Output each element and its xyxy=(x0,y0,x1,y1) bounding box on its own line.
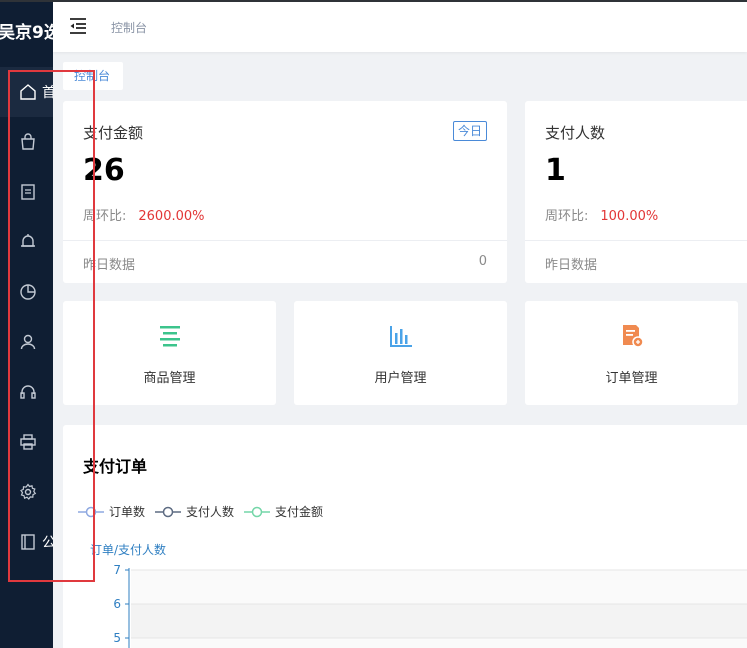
stat-title: 支付人数 xyxy=(545,124,606,142)
legend-marker xyxy=(244,506,271,517)
footer-label: 昨日数据 xyxy=(545,258,598,273)
sidebar-item-label: 公 xyxy=(42,535,53,551)
logo[interactable]: 吴京9选 xyxy=(0,18,53,48)
bar-chart-icon xyxy=(389,326,412,347)
document-icon xyxy=(21,184,35,200)
y-tick-label: 5 xyxy=(113,631,121,645)
sidebar-item-orders[interactable] xyxy=(0,167,53,217)
legend-item-paying-users[interactable]: 支付人数 xyxy=(155,503,234,520)
quick-link-label: 商品管理 xyxy=(143,371,196,386)
sidebar-item-statistics[interactable] xyxy=(0,267,53,317)
user-icon xyxy=(20,334,36,350)
pie-chart-icon xyxy=(20,284,36,300)
quick-link-products[interactable]: 商品管理 xyxy=(63,301,276,405)
stat-ratio: 周环比: 2600.00% xyxy=(83,205,205,224)
bell-icon xyxy=(21,234,35,247)
line-chart: 7 6 5 xyxy=(113,563,747,648)
printer-icon xyxy=(20,434,36,450)
gear-icon xyxy=(20,483,37,500)
footer-label: 昨日数据 xyxy=(83,258,136,273)
grid-band xyxy=(131,638,747,648)
panel-title: 支付订单 xyxy=(83,457,148,476)
order-doc-icon xyxy=(622,325,644,348)
window-top-border xyxy=(0,0,747,2)
sidebar-item-users[interactable] xyxy=(0,317,53,367)
legend-item-orders[interactable]: 订单数 xyxy=(78,503,145,520)
divider xyxy=(525,240,747,241)
notebook-icon xyxy=(21,534,35,550)
quick-link-label: 用户管理 xyxy=(374,371,427,386)
divider xyxy=(63,240,507,241)
y-tick-label: 7 xyxy=(113,563,121,577)
breadcrumb[interactable]: 控制台 xyxy=(111,19,147,36)
sidebar-item-print[interactable] xyxy=(0,417,53,467)
stat-card-paying-users: 支付人数 1 周环比: 100.00% 昨日数据 xyxy=(525,101,747,283)
ratio-value: 100.00% xyxy=(600,209,659,224)
list-icon xyxy=(159,326,180,347)
sidebar-item-products[interactable] xyxy=(0,117,53,167)
legend-marker xyxy=(78,506,104,517)
stat-card-payment-amount: 支付金额 今日 26 周环比: 2600.00% 昨日数据 0 xyxy=(63,101,507,283)
ratio-value: 2600.00% xyxy=(138,209,205,224)
headset-icon xyxy=(20,385,36,399)
quick-link-users[interactable]: 用户管理 xyxy=(294,301,507,405)
legend-label: 支付金额 xyxy=(275,505,324,519)
quick-link-label: 订单管理 xyxy=(605,371,658,386)
y-axis-label: 订单/支付人数 xyxy=(90,543,167,557)
sidebar-item-notifications[interactable] xyxy=(0,217,53,267)
sidebar-item-home[interactable]: 首 xyxy=(0,67,53,117)
shopping-bag-icon xyxy=(21,133,35,150)
top-header: 控制台 xyxy=(53,2,747,52)
ratio-label: 周环比: xyxy=(545,209,589,224)
y-tick-label: 6 xyxy=(113,597,121,611)
legend-marker xyxy=(155,506,182,517)
tab-dashboard[interactable]: 控制台 xyxy=(63,62,123,90)
grid-band xyxy=(131,604,747,638)
quick-link-orders[interactable]: 订单管理 xyxy=(525,301,738,405)
stat-title: 支付金额 xyxy=(83,124,144,142)
ratio-label: 周环比: xyxy=(83,209,127,224)
status-badge: 今日 xyxy=(452,121,487,141)
stat-ratio: 周环比: 100.00% xyxy=(545,205,658,224)
menu-fold-icon[interactable] xyxy=(68,16,88,36)
legend-label: 支付人数 xyxy=(186,505,235,519)
sidebar-item-settings[interactable] xyxy=(0,467,53,517)
chart-legend: 订单数 支付人数 支付金额 xyxy=(78,503,333,520)
footer-value: 0 xyxy=(478,254,487,269)
stat-value: 1 xyxy=(545,153,566,188)
sidebar-item-label: 首 xyxy=(42,85,53,101)
grid-band xyxy=(131,570,747,604)
stat-value: 26 xyxy=(83,153,125,188)
sidebar-item-service[interactable] xyxy=(0,367,53,417)
home-icon xyxy=(20,84,36,100)
sidebar: 吴京9选 首 公 xyxy=(0,0,53,648)
sidebar-item-announcements[interactable]: 公 xyxy=(0,517,53,567)
legend-item-payment-amount[interactable]: 支付金额 xyxy=(244,503,323,520)
legend-label: 订单数 xyxy=(109,505,146,519)
payment-orders-panel: 支付订单 订单数 支付人数 支付金额 订单/支付人数 7 6 5 xyxy=(63,425,747,648)
